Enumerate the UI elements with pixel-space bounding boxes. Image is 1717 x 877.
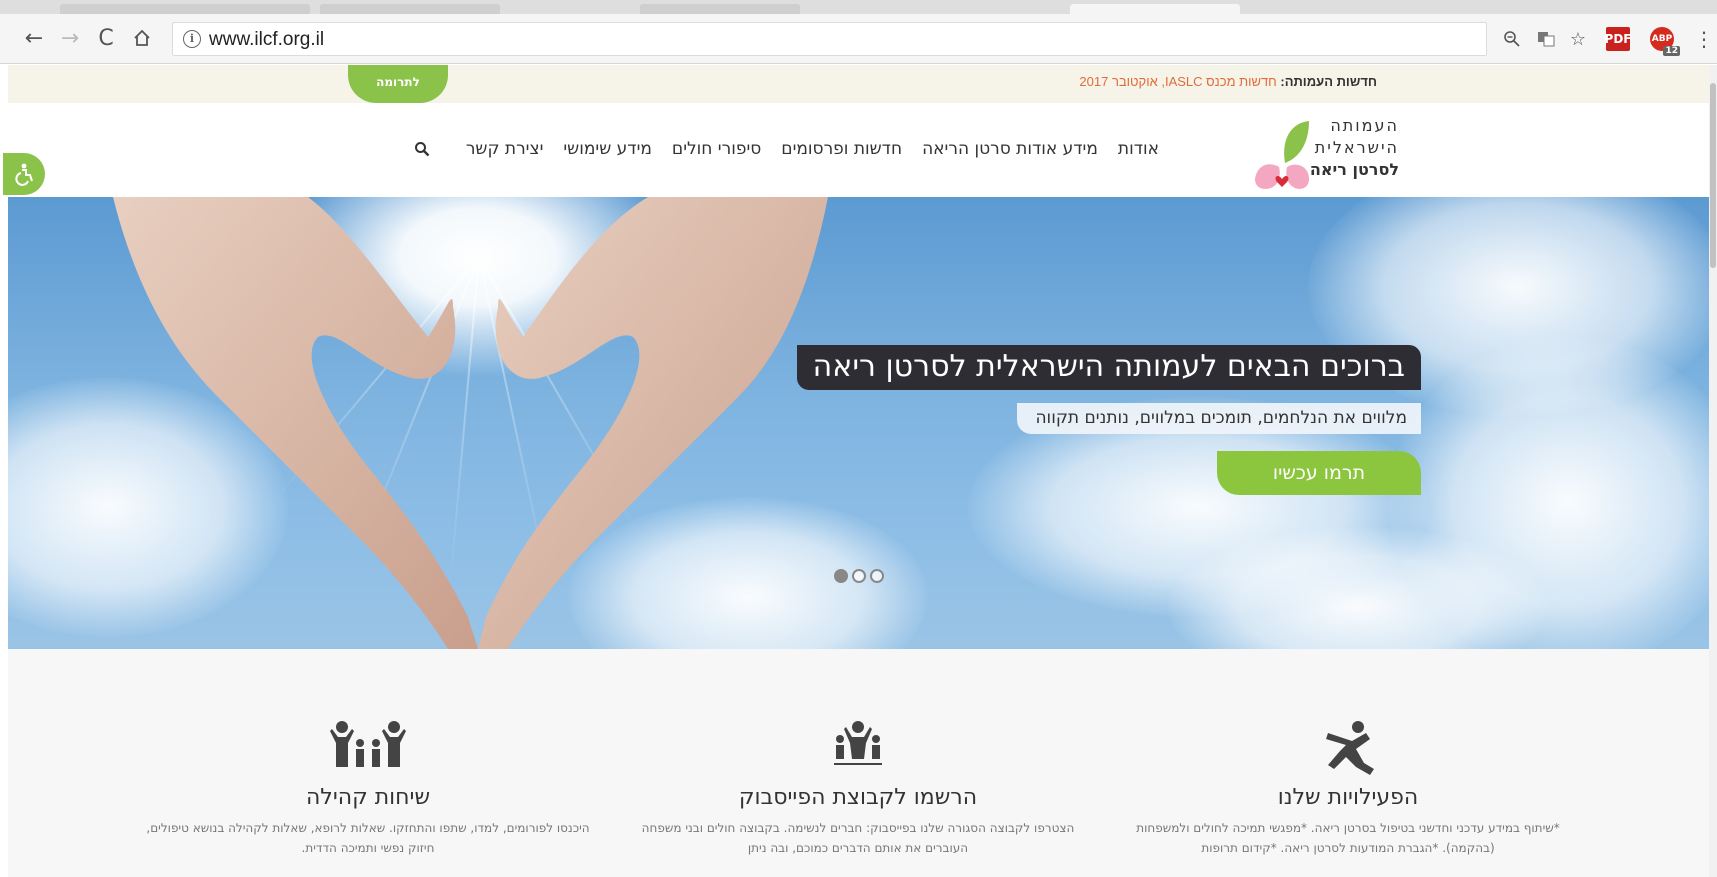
menu-icon[interactable]: ⋮ [1692, 27, 1716, 51]
donate-now-button[interactable]: תרמו עכשיו [1217, 451, 1421, 495]
nav-patient-stories[interactable]: סיפורי חולים [662, 139, 771, 159]
feature-title: הרשמו לקבוצת הפייסבוק [738, 785, 978, 810]
lungs-leaf-icon [1255, 121, 1309, 189]
back-icon[interactable]: ← [20, 24, 48, 52]
logo-line-2: הישראלית [1314, 138, 1399, 157]
tab-strip [0, 0, 1717, 14]
slider-dot[interactable] [852, 569, 866, 583]
nav-lung-cancer-info[interactable]: מידע אודות סרטן הריאה [912, 139, 1108, 159]
feature-facebook[interactable]: הרשמו לקבוצת הפייסבוק הצטרפו לקבוצה הסגו… [628, 719, 1088, 858]
browser-tab-active[interactable] [1070, 4, 1240, 14]
community-icon [330, 721, 406, 767]
group-cheer-icon [834, 721, 882, 765]
slider-dot[interactable] [834, 569, 848, 583]
accessibility-icon[interactable] [3, 153, 45, 195]
zoom-icon[interactable] [1500, 27, 1524, 51]
web-page: חדשות העמותה: חדשות מכנס IASLC, אוקטובר … [8, 65, 1717, 877]
hero-slider: ברוכים הבאים לעמותה הישראלית לסרטן ריאה … [8, 197, 1709, 649]
features-section: הפעילויות שלנו *שיתוף במידע עדכני וחדשני… [8, 649, 1709, 877]
scrollbar-thumb[interactable] [1710, 83, 1716, 268]
logo-line-3: לסרטן ריאה [1309, 160, 1399, 179]
nav-contact[interactable]: יצירת קשר [456, 139, 554, 159]
hero-title: ברוכים הבאים לעמותה הישראלית לסרטן ריאה [796, 345, 1421, 390]
browser-tab[interactable] [640, 4, 800, 14]
site-header: העמותה הישראלית לסרטן ריאה אודות מידע או… [8, 103, 1709, 197]
main-nav: אודות מידע אודות סרטן הריאה חדשות ופרסומ… [410, 137, 1169, 161]
adblock-icon[interactable]: ABP 12 [1650, 27, 1680, 56]
browser-tab[interactable] [320, 4, 500, 14]
news-item[interactable]: חדשות מכנס IASLC, אוקטובר 2017 [1079, 74, 1276, 89]
feature-community[interactable]: שיחות קהילה היכנסו לפורומים, למדו, שתפו … [138, 719, 598, 858]
feature-title: שיחות קהילה [305, 785, 431, 810]
logo-text: העמותה הישראלית לסרטן ריאה [1310, 115, 1399, 181]
running-person-icon [1326, 721, 1374, 775]
nav-about[interactable]: אודות [1108, 139, 1169, 159]
adblock-label: ABP [1651, 34, 1673, 44]
nav-useful-info[interactable]: מידע שימושי [553, 139, 662, 159]
search-icon[interactable] [410, 137, 434, 161]
hero-subtitle: מלווים את הנלחמים, תומכים במלווים, נותני… [1017, 403, 1421, 434]
news-bar: חדשות העמותה: חדשות מכנס IASLC, אוקטובר … [8, 65, 1709, 103]
feature-title: הפעילויות שלנו [1277, 785, 1419, 810]
forward-icon[interactable]: → [56, 24, 84, 52]
browser-toolbar: ← → C i www.ilcf.org.il ☆ PDF ABP 12 ⋮ [0, 14, 1717, 64]
feature-text: הצטרפו לקבוצה הסגורה שלנו בפייסבוק: חברי… [641, 821, 1075, 855]
reload-icon[interactable]: C [92, 24, 120, 52]
logo-line-1: העמותה [1330, 116, 1399, 135]
news-ticker[interactable]: חדשות העמותה: חדשות מכנס IASLC, אוקטובר … [1079, 74, 1377, 89]
info-icon[interactable]: i [183, 30, 201, 48]
feature-text: היכנסו לפורומים, למדו, שתפו והתחזקו. שאל… [146, 821, 590, 855]
slider-dots [834, 569, 884, 583]
page-scrollbar[interactable] [1709, 65, 1717, 877]
feature-activities[interactable]: הפעילויות שלנו *שיתוף במידע עדכני וחדשני… [1118, 719, 1578, 858]
nav-news[interactable]: חדשות ופרסומים [771, 139, 912, 159]
star-icon[interactable]: ☆ [1566, 27, 1590, 51]
slider-dot[interactable] [870, 569, 884, 583]
address-bar[interactable]: i www.ilcf.org.il [172, 22, 1487, 56]
feature-text: *שיתוף במידע עדכני וחדשני בטיפול בסרטן ר… [1136, 821, 1560, 855]
url-text[interactable]: www.ilcf.org.il [209, 29, 324, 51]
adblock-count: 12 [1663, 46, 1680, 56]
translate-icon[interactable] [1534, 27, 1558, 51]
pdf-extension-icon[interactable]: PDF [1605, 27, 1631, 51]
browser-tab[interactable] [60, 4, 310, 14]
home-icon[interactable] [128, 24, 156, 52]
donate-tab-button[interactable]: לתרומה [348, 65, 448, 103]
news-label: חדשות העמותה: [1280, 74, 1377, 89]
site-logo[interactable]: העמותה הישראלית לסרטן ריאה [1249, 111, 1399, 193]
